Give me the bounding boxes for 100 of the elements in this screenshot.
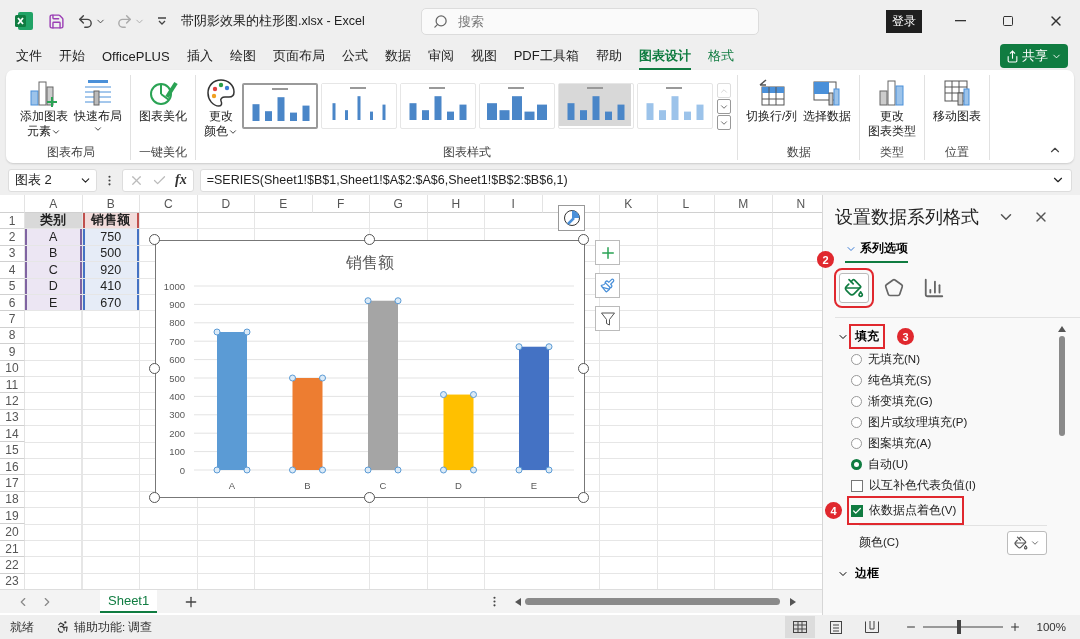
search-field[interactable]: 搜索: [421, 7, 759, 35]
checkbox-option[interactable]: 依数据点着色(V): [851, 500, 961, 521]
radio-option[interactable]: 纯色填充(S): [851, 370, 936, 391]
insert-function-button[interactable]: fx: [175, 172, 187, 188]
scroll-up-icon[interactable]: [1057, 326, 1066, 332]
point-handle[interactable]: [289, 466, 296, 474]
row-header[interactable]: 14: [0, 426, 25, 443]
column-header[interactable]: M: [715, 195, 773, 213]
row-header[interactable]: 7: [0, 311, 25, 328]
column-header[interactable]: D: [197, 195, 255, 213]
point-handle[interactable]: [243, 466, 251, 474]
column-header[interactable]: F: [312, 195, 370, 213]
gallery-down-button[interactable]: [717, 99, 731, 114]
scroll-right-icon[interactable]: [790, 597, 796, 606]
column-header[interactable]: L: [657, 195, 715, 213]
row-header[interactable]: 4: [0, 262, 25, 279]
zoom-level[interactable]: 100%: [1036, 621, 1066, 633]
ribbon-command[interactable]: 添加图表 元素: [18, 75, 70, 141]
chart-styles-button[interactable]: [595, 273, 620, 298]
point-handle[interactable]: [364, 297, 372, 305]
point-handle[interactable]: [440, 391, 447, 399]
ribbon-tab[interactable]: 绘图: [229, 44, 256, 71]
vertical-scrollbar[interactable]: [1058, 336, 1065, 436]
ribbon-command[interactable]: 选择数据: [801, 75, 854, 126]
row-header[interactable]: 17: [0, 475, 25, 492]
column-header[interactable]: K: [600, 195, 658, 213]
chart-filter-button[interactable]: [595, 306, 620, 331]
sign-in-button[interactable]: 登录: [886, 9, 922, 33]
section-header[interactable]: 边框: [835, 559, 881, 586]
column-header[interactable]: N: [772, 195, 822, 213]
spreadsheet-logo[interactable]: [14, 11, 34, 31]
ribbon-command[interactable]: 图表美化: [137, 75, 189, 126]
formula-field[interactable]: =SERIES(Sheet1!$B$1,Sheet1!$A$2:$A$6,Sheet1!$B$2:$B$6,1): [199, 168, 1072, 192]
ribbon-tab[interactable]: OfficePLUS: [102, 45, 170, 70]
checkbox[interactable]: [851, 504, 863, 517]
radio-button[interactable]: [851, 459, 862, 470]
ribbon-command[interactable]: 移动图表: [931, 75, 984, 126]
point-handle[interactable]: [440, 466, 447, 474]
chart-style-thumbnail[interactable]: [242, 83, 318, 129]
chart-elements-button[interactable]: [595, 240, 620, 265]
ribbon-tab[interactable]: 数据: [384, 44, 411, 71]
column-header[interactable]: E: [255, 195, 313, 213]
scroll-left-icon[interactable]: [515, 597, 521, 606]
point-handle[interactable]: [470, 391, 477, 399]
point-handle[interactable]: [394, 297, 402, 305]
column-header[interactable]: G: [370, 195, 428, 213]
zoom-in-icon[interactable]: [1008, 621, 1021, 633]
ribbon-tab[interactable]: 开始: [59, 44, 85, 71]
horizontal-scrollbar[interactable]: [525, 598, 780, 605]
accessibility-status[interactable]: 辅助功能: 调查: [56, 619, 153, 635]
point-handle[interactable]: [515, 343, 523, 351]
ribbon-tab[interactable]: 格式: [707, 44, 734, 71]
row-header[interactable]: 19: [0, 508, 25, 525]
gallery-more-button[interactable]: [717, 115, 731, 130]
chart[interactable]: 销售额 0 100 200 300 400 500 600 700 800 900 1000 A B C D E: [155, 240, 585, 498]
column-header[interactable]: A: [25, 195, 83, 213]
point-handle[interactable]: [470, 466, 477, 474]
ribbon-tab[interactable]: PDF工具箱: [513, 44, 579, 71]
row-header[interactable]: 15: [0, 442, 25, 459]
point-handle[interactable]: [394, 466, 402, 474]
chart-style-icon[interactable]: [558, 205, 585, 231]
row-header[interactable]: 1: [0, 213, 25, 230]
point-handle[interactable]: [213, 466, 221, 474]
row-header[interactable]: 2: [0, 229, 25, 246]
row-header[interactable]: 12: [0, 393, 25, 410]
ribbon-command[interactable]: 切换行/列: [744, 75, 800, 126]
radio-button[interactable]: [851, 375, 862, 386]
radio-option[interactable]: 图片或纹理填充(P): [851, 412, 972, 433]
ribbon-tab[interactable]: 页面布局: [272, 44, 325, 71]
share-button[interactable]: 共享: [1000, 44, 1068, 68]
radio-button[interactable]: [851, 396, 862, 407]
ribbon-command[interactable]: 快速布局: [72, 75, 124, 136]
column-header[interactable]: B: [82, 195, 140, 213]
ribbon-tab[interactable]: 审阅: [427, 44, 454, 71]
resize-handle[interactable]: [149, 363, 160, 374]
resize-handle[interactable]: [578, 234, 589, 245]
radio-option[interactable]: 渐变填充(G): [851, 391, 937, 412]
radio-button[interactable]: [851, 438, 862, 449]
point-handle[interactable]: [545, 343, 553, 351]
ribbon-tab[interactable]: 帮助: [595, 44, 622, 71]
resize-handle[interactable]: [149, 492, 160, 503]
resize-handle[interactable]: [149, 234, 160, 245]
point-handle[interactable]: [364, 466, 372, 474]
ribbon-tab[interactable]: 视图: [470, 44, 497, 71]
point-handle[interactable]: [319, 466, 326, 474]
resize-handle[interactable]: [578, 492, 589, 503]
point-handle[interactable]: [289, 374, 296, 382]
row-header[interactable]: 22: [0, 557, 25, 574]
series-options-tab[interactable]: 系列选项: [845, 237, 908, 263]
name-box[interactable]: 图表 2: [8, 168, 97, 192]
view-button[interactable]: [784, 616, 815, 638]
radio-button[interactable]: [851, 354, 862, 365]
point-handle[interactable]: [243, 328, 251, 336]
point-handle[interactable]: [213, 328, 221, 336]
resize-handle[interactable]: [364, 492, 375, 503]
point-handle[interactable]: [545, 466, 553, 474]
color-picker-button[interactable]: [1007, 530, 1047, 555]
ribbon-command[interactable]: 更改 图表类型: [866, 75, 919, 141]
checkbox[interactable]: [851, 479, 863, 492]
radio-option[interactable]: 图案填充(A): [851, 433, 936, 454]
